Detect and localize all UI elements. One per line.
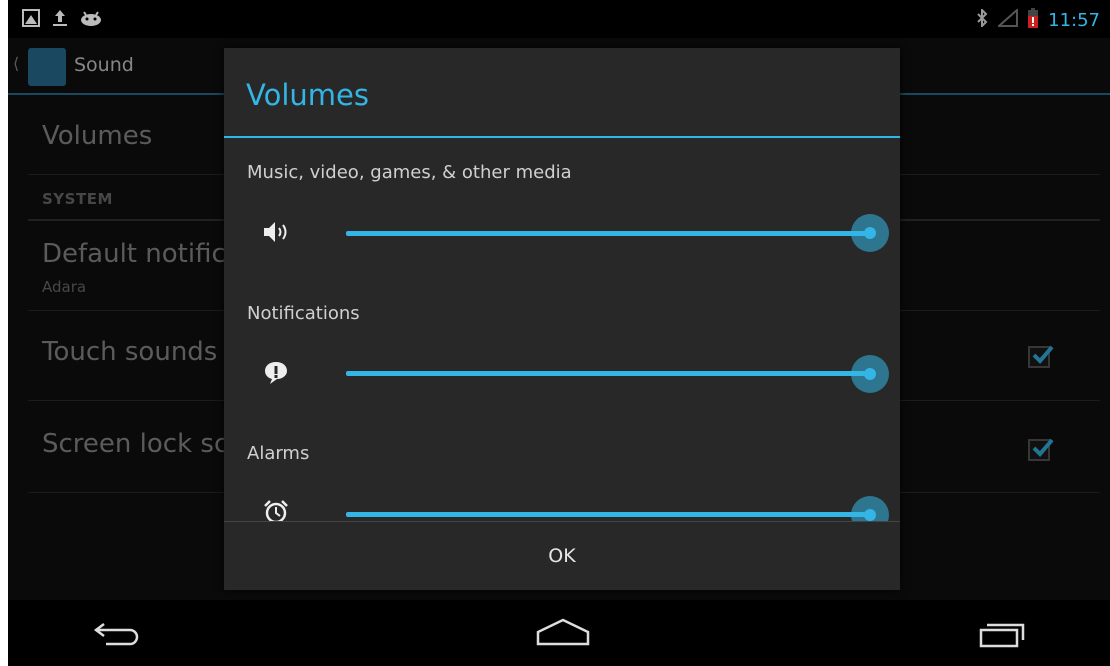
bluetooth-icon xyxy=(976,7,988,31)
screenshot-icon xyxy=(22,9,40,31)
navigation-bar xyxy=(8,600,1110,666)
device-screen: 11:57 ⟨ Sound Volumes SYSTEM Default not… xyxy=(8,0,1110,666)
clock: 11:57 xyxy=(1048,9,1100,31)
android-icon xyxy=(80,10,102,30)
speaker-icon xyxy=(262,218,290,246)
media-volume-thumb[interactable] xyxy=(851,214,889,252)
notification-volume-thumb[interactable] xyxy=(851,355,889,393)
recent-apps-icon[interactable] xyxy=(978,618,1028,652)
alarm-volume-thumb[interactable] xyxy=(851,496,889,521)
battery-icon xyxy=(1028,8,1039,32)
alarm-icon xyxy=(262,498,290,521)
ok-button[interactable]: OK xyxy=(224,522,900,590)
alarm-volume-track[interactable] xyxy=(346,512,870,517)
notification-volume-label: Notifications xyxy=(247,303,360,324)
back-icon[interactable] xyxy=(92,618,142,652)
home-icon[interactable] xyxy=(535,618,591,652)
dialog-title: Volumes xyxy=(246,78,369,112)
notification-volume-track[interactable] xyxy=(346,371,870,376)
notification-icon xyxy=(262,359,290,387)
status-bar: 11:57 xyxy=(8,0,1110,38)
alarm-volume-label: Alarms xyxy=(247,443,310,464)
media-volume-label: Music, video, games, & other media xyxy=(247,162,572,183)
volume-list[interactable]: Music, video, games, & other media Notif… xyxy=(224,138,900,521)
signal-icon xyxy=(996,7,1019,31)
upload-icon xyxy=(52,9,68,31)
media-volume-track[interactable] xyxy=(346,231,870,236)
volumes-dialog: Volumes Music, video, games, & other med… xyxy=(224,48,900,590)
